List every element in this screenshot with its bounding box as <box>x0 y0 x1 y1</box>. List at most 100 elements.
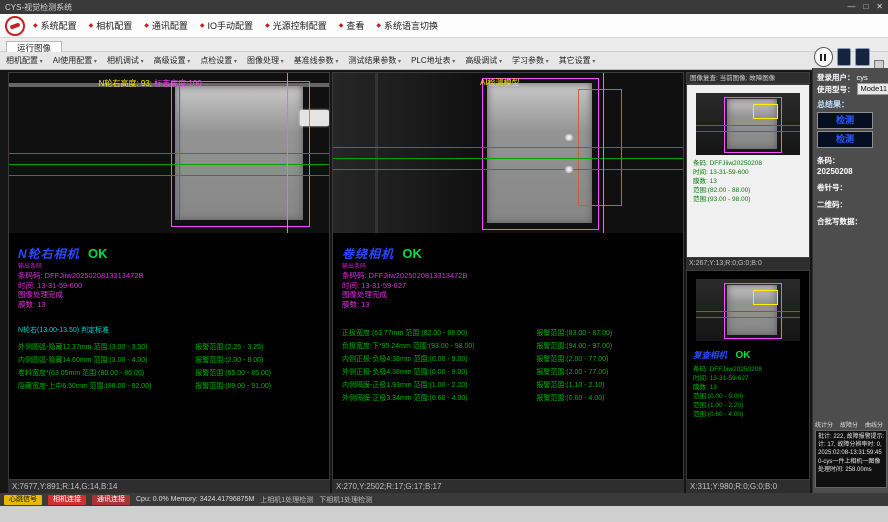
measurement-row: 隐藏宽度-上中6.50mm 范围:(88.00 - 92.00) 报警范围:(8… <box>18 380 329 393</box>
user-switch-button[interactable] <box>855 48 869 66</box>
camera-view-left[interactable]: N轮右高度: 93; 标志高度:100 N轮右相机 OK 输出条码 条码码: D… <box>8 72 330 480</box>
measure-line-green <box>696 317 800 318</box>
review-panel-bottom[interactable]: 复查相机 OK 条码: DFFJiiw20250208 时间: 13-31-59… <box>686 270 810 480</box>
measurement-row: 正极宽度:(63.77mm 范围:(82.00 - 88.00) 报警范围:(8… <box>342 327 683 340</box>
machine-column <box>375 73 378 233</box>
review-top-lines: 条码: DFFJiiw20250208 时间: 13-31-59-600 膜数:… <box>687 159 809 204</box>
measure-line-green <box>696 125 800 126</box>
menu-light-control-config[interactable]: 光源控制配置 <box>265 19 327 32</box>
ok-status: OK <box>88 246 108 261</box>
minimize-button[interactable]: — <box>847 0 855 14</box>
comm-connection-badge: 通讯连接 <box>92 495 130 505</box>
review-bottom-lines: 条码: DFFJiiw20250208 时间: 13-31-59-627 膜数:… <box>687 365 809 419</box>
result-block-middle: 卷绕相机 OK 输出条码 条码码: DFFJiiw202502081331347… <box>333 233 683 405</box>
measurement-value: 负极宽度:下*95.24mm 范围:(93.00 - 98.00) <box>342 340 536 353</box>
measurement-value: 外侧正极-负极4.38mm 范围:(0.00 - 9.00) <box>342 366 536 379</box>
alarm-range: 报警范围:(94.00 - 97.00) <box>536 340 683 353</box>
tool-ai-usage-config[interactable]: AI使用配置 <box>53 55 97 66</box>
standard-line: N轮右(13.00-13.50) 判定标准 <box>18 326 329 335</box>
film-count-line: 膜数: 13 <box>342 300 683 310</box>
review-line: 范围:(1.00 - 2.20) <box>693 401 809 410</box>
review-thumbnail-bottom <box>696 279 800 341</box>
tool-advanced-settings[interactable]: 高级设置 <box>154 55 191 66</box>
model-label: 使用型号： <box>817 84 855 95</box>
review-camera-title: 复查相机 <box>693 350 727 360</box>
tool-other-settings[interactable]: 其它设置 <box>559 55 596 66</box>
menu-camera-config[interactable]: 相机配置 <box>89 19 133 32</box>
measure-line-green <box>696 311 800 312</box>
measure-line-green <box>333 147 683 148</box>
tool-learning-params[interactable]: 学习参数 <box>512 55 549 66</box>
menubar: 系统配置 相机配置 通讯配置 IO手动配置 光源控制配置 查看 系统语言切换 <box>0 14 888 38</box>
stats-line: 2025:02:08-13:31:59:45 <box>818 449 884 457</box>
reference-line-cyan <box>603 73 604 233</box>
time-line: 时间: 13-31-59-600 <box>18 281 329 291</box>
film-count-line: 膜数: 13 <box>18 300 329 310</box>
review-header: 图像复查: 当前图像; 故障图像 <box>686 72 810 84</box>
review-panel-top[interactable]: 条码: DFFJiiw20250208 时间: 13-31-59-600 膜数:… <box>686 84 810 258</box>
measurement-value: 正极宽度:(63.77mm 范围:(82.00 - 88.00) <box>342 327 536 340</box>
menu-view[interactable]: 查看 <box>339 19 365 32</box>
result-block-left: N轮右相机 OK 输出条码 条码码: DFFJiiw20250208133134… <box>9 233 329 393</box>
needle-label: 卷针号： <box>817 182 884 194</box>
tool-image-processing[interactable]: 图像处理 <box>247 55 284 66</box>
tool-advanced-debug[interactable]: 高级调试 <box>465 55 502 66</box>
camera-view-middle[interactable]: AI检测模型 卷绕相机 OK 输出条码 条码码: DFFJiiw20250208… <box>332 72 684 480</box>
measure-line-green <box>333 158 683 159</box>
measure-line-green-vertical <box>179 86 180 220</box>
toolbar: 相机配置 AI使用配置 相机调试 高级设置 点检设置 图像处理 基准线参数 测试… <box>0 52 888 70</box>
highlight-spot <box>564 166 574 173</box>
measurement-value: 内侧正极-负极4.38mm 范围:(0.00 - 9.00) <box>342 353 536 366</box>
menu-comm-config[interactable]: 通讯配置 <box>144 19 188 32</box>
tool-plc-address-table[interactable]: PLC地址表 <box>411 55 455 66</box>
roi-box-yellow <box>753 104 778 118</box>
stats-box: 批计: 222, 故障报警提示: 计: 17, 故障分辨率时: 0, 2025:… <box>815 430 887 488</box>
menu-language-switch[interactable]: 系统语言切换 <box>376 19 438 32</box>
close-button[interactable]: ✕ <box>876 0 883 14</box>
review-line: 范围:(82.00 - 88.00) <box>693 186 809 195</box>
review-result-row: 复查相机 OK <box>687 345 809 363</box>
review-line: 膜数: 13 <box>693 177 809 186</box>
menu-system-config[interactable]: 系统配置 <box>33 19 77 32</box>
titlebar: CYS-视觉检测系统 — □ ✕ <box>0 0 888 14</box>
app-window: CYS-视觉检测系统 — □ ✕ 系统配置 相机配置 通讯配置 IO手动配置 光… <box>0 0 888 522</box>
roi-box-magenta <box>171 81 311 227</box>
tool-spot-check[interactable]: 点检设置 <box>200 55 237 66</box>
measure-line-green <box>9 175 329 176</box>
measure-line-green <box>696 131 800 132</box>
measurement-row: 内侧正极-负极4.38mm 范围:(0.00 - 9.00) 报警范围:(2.0… <box>342 353 683 366</box>
tool-camera-debug[interactable]: 相机调试 <box>107 55 144 66</box>
barcode-label: 条码： <box>817 155 884 167</box>
login-user-value: cys <box>857 72 868 83</box>
maximize-button[interactable]: □ <box>863 0 868 14</box>
model-select[interactable]: Mode11 <box>857 83 888 95</box>
alarm-range: 报警范围:(83.00 - 87.00) <box>536 327 683 340</box>
alarm-range: 报警范围:(2.25 - 3.25) <box>195 341 329 354</box>
tool-camera-config[interactable]: 相机配置 <box>6 55 43 66</box>
app-logo-icon <box>5 16 25 36</box>
pixel-coord-readout-middle: X:270,Y:2502;R:17;G:17;B:17 <box>332 480 684 493</box>
camera-image-middle: AI检测模型 <box>333 73 683 233</box>
result-button-2[interactable]: 检测 <box>817 131 873 148</box>
stats-line: 处理时间: 258.00ms <box>818 466 884 474</box>
measurement-value: 卷料宽度*(63.05mm 范围:(80.00 - 86.00) <box>18 367 195 380</box>
measurement-value: 外侧隔膜-正极3.34mm 范围:(0.60 - 4.00) <box>342 392 536 405</box>
menu-io-manual-config[interactable]: IO手动配置 <box>200 19 253 32</box>
measure-line-green <box>9 164 329 165</box>
status-line: 图像处理完成 <box>18 290 329 300</box>
tool-test-result-params[interactable]: 测试结果参数 <box>348 55 401 66</box>
result-button-1[interactable]: 检测 <box>817 112 873 129</box>
stats-line: 计: 17, 故障分辨率时: 0, <box>818 441 884 449</box>
review-line: 时间: 13-31-59-627 <box>693 374 809 383</box>
statusbar: 心跳信号 相机连接 通讯连接 Cpu: 0.0% Memory: 3424.41… <box>0 493 888 506</box>
output-barcode-label: 输出条码 <box>342 263 683 271</box>
measurement-value: 内侧圆弧-隐藏14.60mm 范围:(3.00 - 4.00) <box>18 354 195 367</box>
sidebar: 登录用户： cys 使用型号： Mode11 总结果： 检测 检测 条码： 20… <box>812 68 888 493</box>
user-lock-button[interactable] <box>837 48 851 66</box>
pause-button[interactable] <box>814 47 833 67</box>
roi-box-orange <box>578 89 622 206</box>
measurement-row: 卷料宽度*(63.05mm 范围:(80.00 - 86.00) 报警范围:(6… <box>18 367 329 380</box>
tool-baseline-params[interactable]: 基准线参数 <box>294 55 339 66</box>
alarm-range: 报警范围:(2.00 - 8.00) <box>195 354 329 367</box>
toolbar-right-buttons <box>814 44 884 70</box>
